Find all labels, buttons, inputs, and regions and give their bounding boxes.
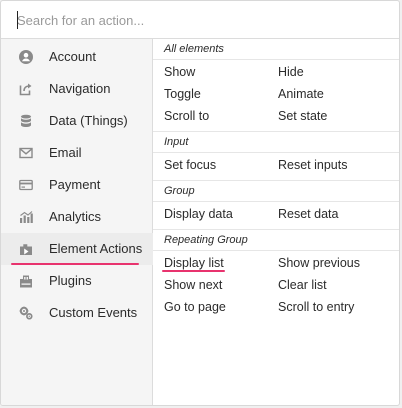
action-clear-list[interactable]: Clear list [278,278,327,292]
sidebar-item-analytics[interactable]: Analytics [1,201,153,233]
account-icon [19,50,33,64]
section-divider [153,229,399,230]
sidebar-item-label: Payment [49,177,101,192]
section-title-group: Group [164,185,195,197]
action-scroll-to-entry[interactable]: Scroll to entry [278,300,354,314]
navigation-icon [19,82,33,96]
sidebar-item-label: Plugins [49,273,92,288]
section-title-repeating-group: Repeating Group [164,234,248,246]
action-toggle[interactable]: Toggle [164,87,201,101]
sidebar-item-element-actions[interactable]: Element Actions [1,233,153,265]
custom-events-icon [19,306,33,320]
sidebar-item-label: Navigation [49,81,111,96]
section-divider [153,152,399,153]
action-show[interactable]: Show [164,65,195,79]
sidebar-item-account[interactable]: Account [1,41,153,73]
payment-icon [19,178,33,192]
action-reset-data[interactable]: Reset data [278,207,338,221]
action-show-previous[interactable]: Show previous [278,256,360,270]
category-sidebar: Account Navigation Data (Things) Email P… [1,39,153,405]
sidebar-item-label: Account [49,49,96,64]
sidebar-item-label: Element Actions [49,241,143,256]
action-scroll-to[interactable]: Scroll to [164,109,209,123]
actions-list: All elements Show Hide Toggle Animate Sc… [153,39,399,405]
sidebar-item-navigation[interactable]: Navigation [1,73,153,105]
action-animate[interactable]: Animate [278,87,324,101]
action-go-to-page[interactable]: Go to page [164,300,226,314]
plugins-icon [19,274,33,288]
display-list-underline [162,270,225,272]
section-divider [153,180,399,181]
section-divider [153,250,399,251]
email-icon [19,146,33,160]
sidebar-item-label: Custom Events [49,305,138,320]
sidebar-item-label: Data (Things) [49,113,128,128]
sidebar-item-payment[interactable]: Payment [1,169,153,201]
sidebar-item-email[interactable]: Email [1,137,153,169]
section-title-input: Input [164,136,189,148]
section-divider [153,131,399,132]
action-reset-inputs[interactable]: Reset inputs [278,158,347,172]
action-show-next[interactable]: Show next [164,278,222,292]
sidebar-item-label: Analytics [49,209,102,224]
section-title-all-elements: All elements [164,43,224,55]
search-bar [1,1,399,39]
text-caret [17,11,18,29]
sidebar-item-custom-events[interactable]: Custom Events [1,297,153,329]
sidebar-item-data-things[interactable]: Data (Things) [1,105,153,137]
action-set-focus[interactable]: Set focus [164,158,216,172]
action-display-data[interactable]: Display data [164,207,233,221]
action-set-state[interactable]: Set state [278,109,327,123]
section-divider [153,59,399,60]
element-actions-icon [19,242,33,256]
action-picker-panel: Account Navigation Data (Things) Email [0,0,400,406]
database-icon [19,114,33,128]
action-display-list[interactable]: Display list [164,256,224,270]
section-divider [153,201,399,202]
sidebar-item-label: Email [49,145,82,160]
sidebar-item-plugins[interactable]: Plugins [1,265,153,297]
action-hide[interactable]: Hide [278,65,304,79]
search-input[interactable] [17,9,377,31]
analytics-icon [19,210,33,224]
